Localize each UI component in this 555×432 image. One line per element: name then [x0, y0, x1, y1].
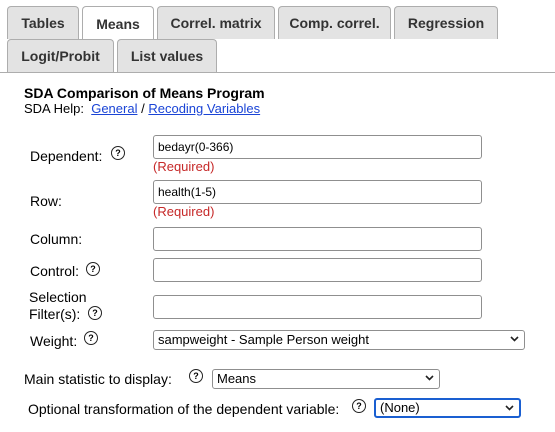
control-label: Control:: [30, 263, 80, 279]
tab-row-2: Logit/Probit List values: [7, 39, 220, 72]
weight-select[interactable]: sampweight - Sample Person weight: [153, 330, 525, 350]
column-input[interactable]: [153, 227, 482, 251]
main-statistic-label: Main statistic to display:: [24, 371, 172, 387]
transformation-help-icon[interactable]: ?: [352, 399, 366, 413]
help-prefix: SDA Help:: [24, 101, 84, 116]
chevron-down-icon: [425, 375, 434, 381]
filter-input[interactable]: [153, 295, 482, 319]
tab-regression[interactable]: Regression: [394, 6, 498, 39]
main-statistic-selected-value: Means: [217, 371, 257, 386]
dependent-label: Dependent:: [30, 148, 103, 164]
dependent-required-note: (Required): [153, 159, 215, 174]
dependent-help-icon[interactable]: ?: [111, 146, 125, 160]
tab-means[interactable]: Means: [82, 6, 154, 40]
page-title: SDA Comparison of Means Program: [24, 85, 265, 101]
tab-tables[interactable]: Tables: [7, 6, 79, 39]
main-statistic-help-icon[interactable]: ?: [189, 369, 203, 383]
transformation-selected-value: (None): [380, 400, 420, 415]
weight-help-icon[interactable]: ?: [84, 331, 98, 345]
transformation-select[interactable]: (None): [374, 398, 521, 418]
tab-list-values[interactable]: List values: [117, 39, 217, 72]
transformation-label: Optional transformation of the dependent…: [28, 401, 340, 417]
tab-divider: [0, 72, 555, 73]
row-required-note: (Required): [153, 204, 215, 219]
tab-correl-matrix[interactable]: Correl. matrix: [157, 6, 275, 39]
column-label: Column:: [30, 231, 83, 247]
row-label: Row:: [30, 193, 62, 209]
help-separator: /: [141, 101, 145, 116]
tab-row-1: Tables Means Correl. matrix Comp. correl…: [7, 6, 501, 40]
weight-selected-value: sampweight - Sample Person weight: [158, 332, 369, 347]
main-statistic-select[interactable]: Means: [212, 369, 440, 389]
help-recoding-link[interactable]: Recoding Variables: [148, 101, 260, 116]
tab-comp-correl[interactable]: Comp. correl.: [278, 6, 391, 39]
help-general-link[interactable]: General: [91, 101, 137, 116]
filter-label-line2: Filter(s):: [29, 306, 81, 322]
control-input[interactable]: [153, 258, 482, 282]
help-links: SDA Help: General / Recoding Variables: [24, 101, 260, 116]
control-help-icon[interactable]: ?: [86, 262, 100, 276]
tab-logit-probit[interactable]: Logit/Probit: [7, 39, 114, 72]
filter-label-line1: Selection: [29, 289, 87, 305]
row-input[interactable]: [153, 180, 482, 204]
dependent-input[interactable]: [153, 135, 482, 159]
chevron-down-icon: [505, 405, 514, 411]
filter-help-icon[interactable]: ?: [88, 306, 102, 320]
chevron-down-icon: [510, 336, 519, 342]
weight-label: Weight:: [30, 333, 78, 349]
